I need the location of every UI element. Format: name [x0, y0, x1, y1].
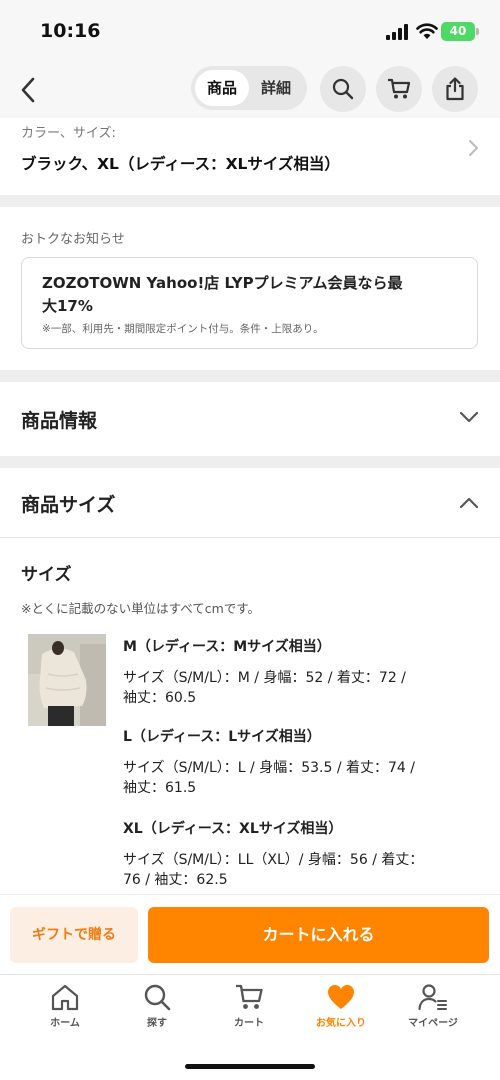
chevron-down-icon [459, 411, 479, 423]
tab-detail[interactable]: 詳細 [249, 70, 303, 106]
size-detail-m-line2: 袖丈：60.5 [123, 690, 197, 706]
cart-icon [236, 984, 263, 1009]
chevron-left-icon[interactable] [14, 72, 42, 108]
product-size-accordion[interactable]: 商品サイズ [0, 468, 500, 538]
share-button[interactable] [432, 66, 478, 112]
cart-icon [388, 78, 411, 99]
tabbar-label-favorites: お気に入り [316, 1018, 366, 1029]
product-size-title: 商品サイズ [21, 494, 116, 516]
battery-indicator: 40 [441, 22, 475, 41]
section-divider [0, 370, 500, 382]
size-detail-xl-line2: 76 / 袖丈：62.5 [123, 872, 228, 888]
heart-icon [328, 985, 354, 1009]
cellular-signal-icon [386, 24, 408, 40]
chevron-right-icon [469, 140, 478, 156]
tabbar-item-cart[interactable]: カート [214, 983, 284, 1039]
wifi-icon [416, 23, 438, 39]
tab-product[interactable]: 商品 [195, 70, 249, 106]
size-name-xl: XL（レディース：XLサイズ相当） [123, 821, 343, 837]
size-detail-m-line1: サイズ（S/M/L）：M / 身幅：52 / 着丈：72 / [123, 670, 406, 686]
selection-value[interactable]: ブラック、XL（レディース：XLサイズ相当） [21, 152, 340, 174]
status-bar: 10:16 40 [0, 0, 500, 62]
product-info-title: 商品情報 [21, 410, 98, 432]
battery-tip [476, 28, 479, 35]
size-detail-xl-line1: サイズ（S/M/L）：LL（XL）/ 身幅：56 / 着丈： [123, 852, 424, 868]
section-divider [0, 195, 500, 207]
section-divider [0, 456, 500, 468]
purchase-action-bar: ギフトで贈る カートに入れる [0, 894, 500, 974]
tabbar-label-cart: カート [234, 1018, 264, 1029]
cart-button[interactable] [376, 66, 422, 112]
add-to-cart-button[interactable]: カートに入れる [148, 907, 489, 963]
app-header: 商品 詳細 [0, 62, 500, 118]
size-name-l: L（レディース：Lサイズ相当） [123, 729, 321, 745]
size-name-m: M（レディース：Mサイズ相当） [123, 639, 331, 655]
notice-note: ※一部、利用先・期間限定ポイント付与。条件・上限あり。 [42, 323, 324, 335]
product-content: カラー、サイズ: ブラック、XL（レディース：XLサイズ相当） おトクなお知らせ… [0, 118, 500, 894]
tabbar-item-favorites[interactable]: お気に入り [306, 983, 376, 1039]
notice-title-line1: ZOZOTOWN Yahoo!店 LYPプレミアム会員なら最 [42, 274, 403, 292]
home-icon [51, 984, 79, 1011]
size-subtitle: サイズ [21, 565, 72, 585]
product-thumbnail [28, 634, 106, 726]
tabbar-label-home: ホーム [50, 1018, 80, 1029]
tabbar-label-search: 探す [147, 1018, 167, 1029]
size-detail-l-line2: 袖丈：61.5 [123, 780, 197, 796]
user-icon [418, 984, 447, 1011]
tabbar-item-mypage[interactable]: マイページ [398, 983, 468, 1039]
product-info-accordion[interactable]: 商品情報 [0, 382, 500, 456]
gift-button[interactable]: ギフトで贈る [10, 907, 138, 963]
tabbar-item-search[interactable]: 探す [122, 983, 192, 1039]
size-detail-l-line1: サイズ（S/M/L）：L / 身幅：53.5 / 着丈：74 / [123, 760, 415, 776]
share-icon [446, 77, 464, 101]
unit-note: ※とくに記載のない単位はすべてcmです。 [21, 601, 261, 616]
tabbar-label-mypage: マイページ [408, 1018, 458, 1029]
status-time: 10:16 [40, 20, 101, 42]
tabbar-item-home[interactable]: ホーム [30, 983, 100, 1039]
selection-label: カラー、サイズ: [21, 126, 116, 141]
notice-heading: おトクなお知らせ [21, 232, 125, 247]
home-indicator [185, 1064, 315, 1069]
notice-title-line2: 大17% [42, 297, 93, 315]
search-icon [332, 78, 354, 100]
notice-card[interactable]: ZOZOTOWN Yahoo!店 LYPプレミアム会員なら最 大17% ※一部、… [21, 257, 478, 349]
search-icon [144, 984, 171, 1011]
chevron-up-icon [459, 497, 479, 509]
search-button[interactable] [320, 66, 366, 112]
view-switch: 商品 詳細 [191, 66, 307, 110]
